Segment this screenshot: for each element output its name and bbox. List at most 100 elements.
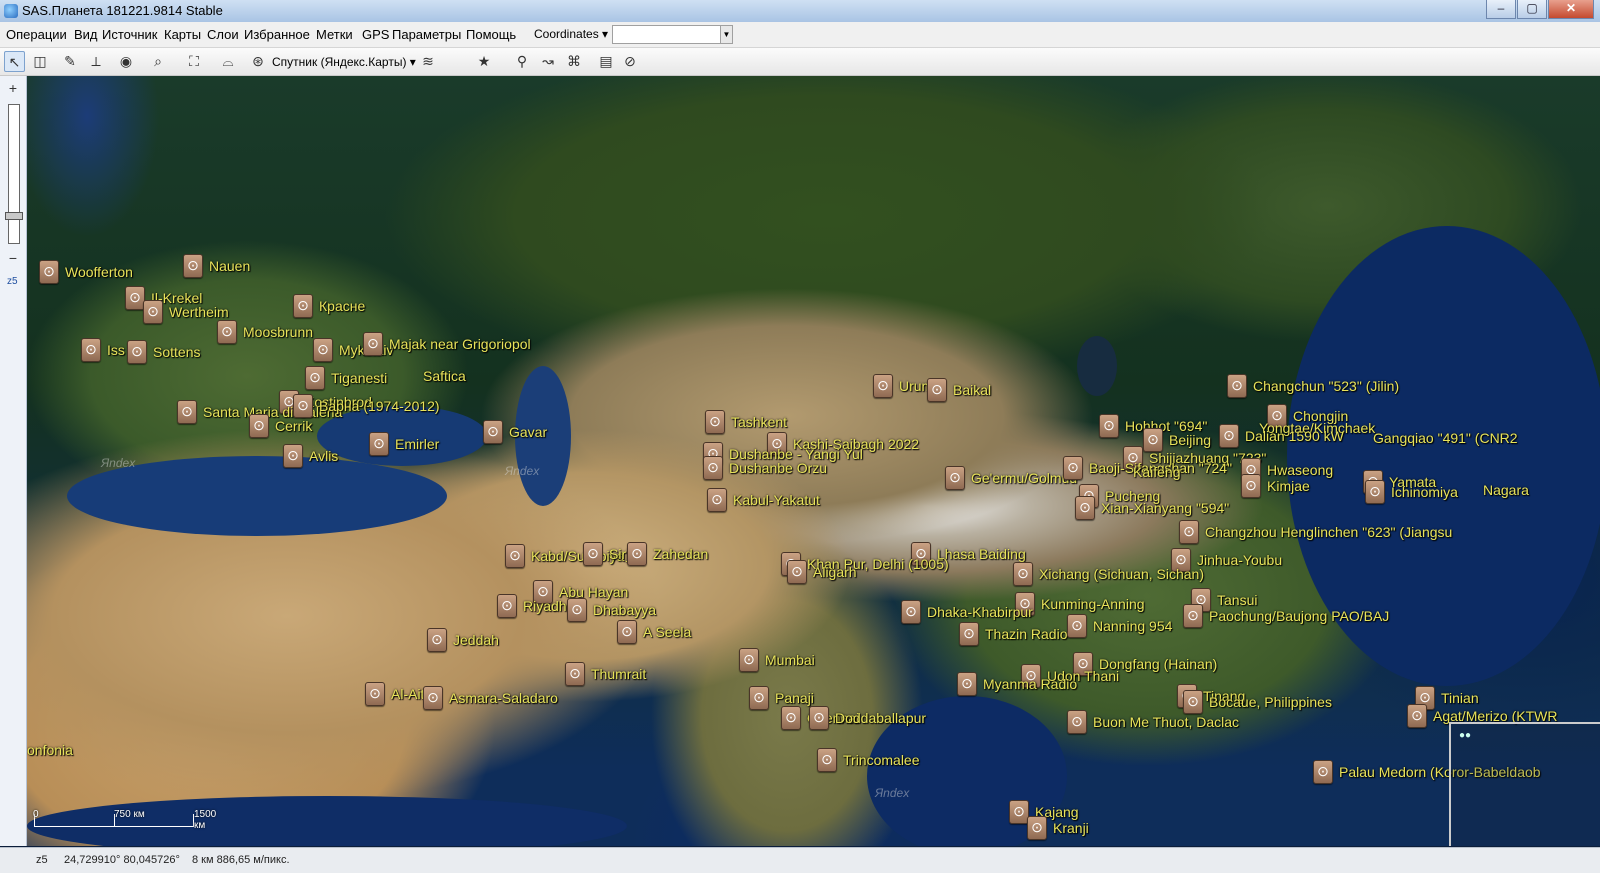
globe-icon[interactable]: ◉: [116, 51, 136, 71]
delete-marks-icon[interactable]: ⊘: [620, 51, 640, 71]
layers-icon[interactable]: ≋: [418, 51, 438, 71]
add-placemark-icon[interactable]: ⚲: [512, 51, 532, 71]
add-path-icon[interactable]: ↝: [538, 51, 558, 71]
map-source-dropdown[interactable]: Спутник (Яндекс.Карты) ▾: [272, 55, 416, 69]
map-select-tool-icon[interactable]: ◫: [30, 51, 50, 71]
placemark[interactable]: Myanma Radio: [957, 672, 1077, 696]
placemark[interactable]: Mumbai: [739, 648, 815, 672]
placemark: onfonia: [27, 742, 73, 758]
placemark[interactable]: Trincomalee: [817, 748, 920, 772]
ruler-tool-icon[interactable]: ✎: [60, 51, 80, 71]
add-polygon-icon[interactable]: ⌘: [564, 51, 584, 71]
zoom-slider-thumb[interactable]: [5, 212, 23, 220]
placemark[interactable]: Kabul-Yakatut: [707, 488, 820, 512]
placemark[interactable]: Wertheim: [143, 300, 229, 324]
placemark[interactable]: Xian-Xianyang "594": [1075, 496, 1229, 520]
yandex-watermark: Яndex: [505, 464, 540, 478]
placemark[interactable]: Nauen: [183, 254, 250, 278]
menu-favorites[interactable]: Избранное: [244, 27, 310, 42]
zoom-slider[interactable]: [8, 104, 20, 244]
app-icon: [4, 4, 18, 18]
radio-tower-icon: [1067, 614, 1087, 638]
placemark: Nagara: [1483, 482, 1529, 498]
radio-tower-icon: [627, 542, 647, 566]
placemark[interactable]: Paochung/Baujong PAO/BAJ: [1183, 604, 1389, 628]
placemark[interactable]: Majak near Grigoriopol: [363, 332, 531, 356]
placemark[interactable]: Dhaka-Khabirpur: [901, 600, 1033, 624]
menu-maps[interactable]: Карты: [164, 27, 201, 42]
placemark[interactable]: Doddaballapur: [809, 706, 926, 730]
placemark[interactable]: Ge'ermu/Golmud: [945, 466, 1077, 490]
radio-tower-icon: [927, 378, 947, 402]
placemark[interactable]: Cerrik: [249, 414, 312, 438]
coordinates-type-dropdown[interactable]: Coordinates ▾: [534, 25, 610, 43]
placemark[interactable]: Avlis: [283, 444, 338, 468]
placemark[interactable]: Asmara-Saladaro: [423, 686, 558, 710]
radio-tower-icon: [177, 400, 197, 424]
placemark[interactable]: Changchun "523" (Jilin): [1227, 374, 1399, 398]
placemark[interactable]: Tiganesti: [305, 366, 387, 390]
placemark[interactable]: Buon Me Thuot, Daclac: [1067, 710, 1239, 734]
zoom-out-icon[interactable]: −: [3, 248, 23, 268]
fullscreen-icon[interactable]: ⛶: [184, 51, 204, 71]
radio-tower-icon: [583, 542, 603, 566]
placemark[interactable]: Woofferton: [39, 260, 133, 284]
radio-tower-icon: [1241, 474, 1261, 498]
placemark[interactable]: Варна (1974-2012): [293, 394, 440, 418]
placemark[interactable]: Sottens: [127, 340, 200, 364]
placemark[interactable]: Dhabayya: [567, 598, 656, 622]
status-zoom: z5: [36, 854, 48, 866]
radio-tower-icon: [143, 300, 163, 324]
placemark[interactable]: A Seela: [617, 620, 691, 644]
map-source-icon[interactable]: ⊛: [248, 51, 268, 71]
zoom-tool-icon[interactable]: ⌕: [148, 51, 168, 71]
coordinates-input[interactable]: [612, 25, 722, 44]
menu-settings[interactable]: Параметры: [392, 27, 461, 42]
placemark[interactable]: Gavar: [483, 420, 547, 444]
minimap[interactable]: ●●: [1449, 722, 1600, 846]
placemark[interactable]: Jeddah: [427, 628, 499, 652]
placemark[interactable]: Zahedan: [627, 542, 708, 566]
menu-gps[interactable]: GPS: [362, 27, 389, 42]
maximize-button[interactable]: ▢: [1517, 0, 1547, 19]
menu-source[interactable]: Источник: [102, 27, 158, 42]
favorites-star-icon[interactable]: ★: [474, 51, 494, 71]
placemark[interactable]: Moosbrunn: [217, 320, 313, 344]
placemark[interactable]: Kimjae: [1241, 474, 1310, 498]
placemark[interactable]: Aligarh: [787, 560, 857, 584]
calc-tool-icon[interactable]: ⟂: [86, 51, 106, 71]
scale-bar: 0 750 км 1500 км: [33, 806, 216, 834]
placemark[interactable]: Iss: [81, 338, 125, 362]
menu-operations[interactable]: Операции: [6, 27, 67, 42]
placemark[interactable]: Красне: [293, 294, 365, 318]
menu-view[interactable]: Вид: [74, 27, 98, 42]
menu-help[interactable]: Помощь: [466, 27, 516, 42]
radio-tower-icon: [1063, 456, 1083, 480]
placemark[interactable]: Riyadh: [497, 594, 567, 618]
placemark[interactable]: Kranji: [1027, 816, 1089, 840]
satellite-dish-icon[interactable]: ⌓: [218, 51, 238, 71]
placemark[interactable]: Changzhou Henglinchen "623" (Jiangsu: [1179, 520, 1452, 544]
minimap-controls[interactable]: ●●: [1459, 730, 1471, 741]
placemark[interactable]: Thumrait: [565, 662, 646, 686]
placemark[interactable]: Thazin Radio: [959, 622, 1068, 646]
map-view[interactable]: Яndex Яndex Яndex Woofferton Nauen Il-Kr…: [27, 76, 1600, 846]
placemark[interactable]: Baikal: [927, 378, 991, 402]
placemark[interactable]: Ichinomiya: [1365, 480, 1458, 504]
minimize-button[interactable]: –: [1486, 0, 1516, 19]
pointer-tool-icon[interactable]: ↖: [4, 51, 25, 72]
placemark[interactable]: Dalian 1590 kW: [1219, 424, 1344, 448]
placemark[interactable]: Xichang (Sichuan, Sichan): [1013, 562, 1204, 586]
placemark[interactable]: Tashkent: [705, 410, 787, 434]
menu-marks[interactable]: Метки: [316, 27, 353, 42]
zoom-in-icon[interactable]: +: [3, 78, 23, 98]
close-button[interactable]: ✕: [1548, 0, 1594, 19]
placemark[interactable]: Emirler: [369, 432, 439, 456]
marks-manager-icon[interactable]: ▤: [596, 51, 616, 71]
radio-tower-icon: [1179, 520, 1199, 544]
placemark[interactable]: Nanning 954: [1067, 614, 1172, 638]
placemark[interactable]: Kunming-Anning: [1015, 592, 1145, 616]
placemark[interactable]: Dushanbe Orzu: [703, 456, 827, 480]
coordinates-dropdown-button[interactable]: ▼: [720, 25, 733, 44]
menu-layers[interactable]: Слои: [207, 27, 239, 42]
